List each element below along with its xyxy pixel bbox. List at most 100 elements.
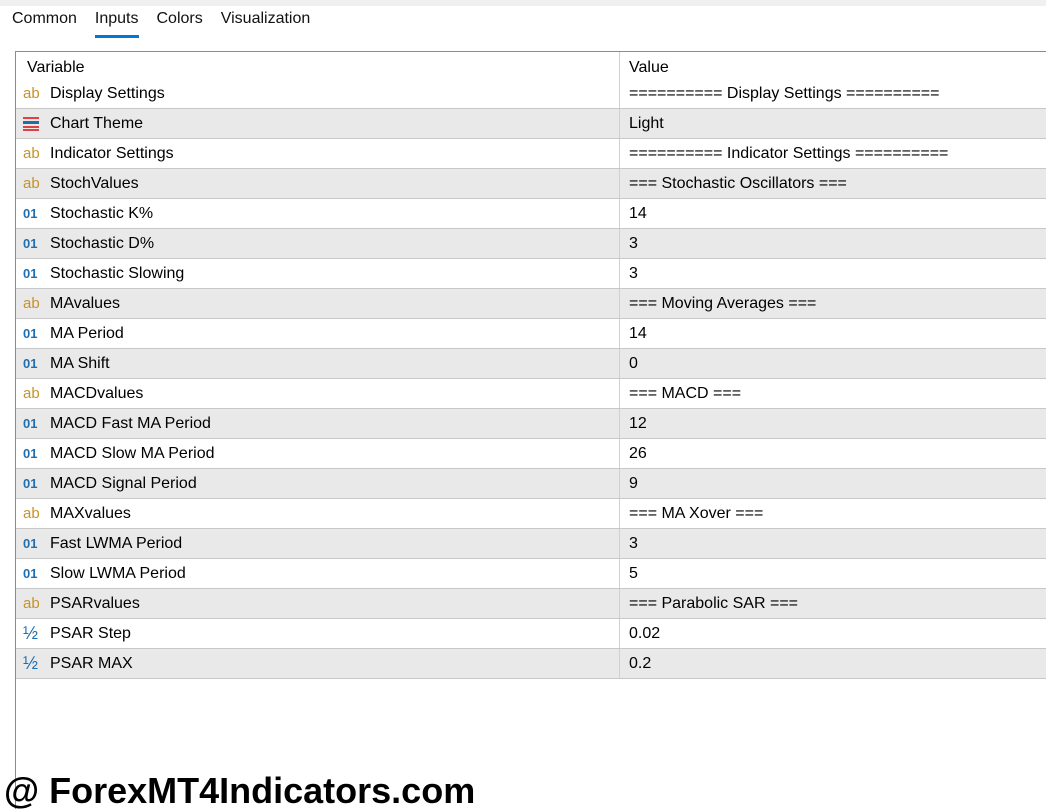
variable-cell: ab PSARvalues [16, 589, 619, 618]
table-row[interactable]: 01 Fast LWMA Period 3 [16, 529, 1046, 559]
value-cell[interactable]: 3 [619, 229, 1046, 258]
value-cell[interactable]: 3 [619, 259, 1046, 288]
table-row[interactable]: 01 Stochastic Slowing 3 [16, 259, 1046, 289]
variable-name: MACD Slow MA Period [50, 444, 215, 462]
table-row[interactable]: Chart Theme Light [16, 109, 1046, 139]
variable-cell: Chart Theme [16, 109, 619, 138]
table-row[interactable]: ab MACDvalues === MACD === [16, 379, 1046, 409]
value-cell[interactable]: 5 [619, 559, 1046, 588]
enum-type-icon [23, 116, 39, 131]
table-row[interactable]: ½ PSAR MAX 0.2 [16, 649, 1046, 679]
variable-cell: ab Display Settings [16, 79, 619, 108]
value-cell[interactable]: 0 [619, 349, 1046, 378]
integer-type-icon: 01 [23, 476, 38, 491]
table-row[interactable]: 01 MACD Slow MA Period 26 [16, 439, 1046, 469]
variable-name: MACD Fast MA Period [50, 414, 211, 432]
variable-name: MA Shift [50, 354, 110, 372]
table-row[interactable]: 01 MA Period 14 [16, 319, 1046, 349]
table-row[interactable]: ½ PSAR Step 0.02 [16, 619, 1046, 649]
integer-type-icon: 01 [23, 326, 38, 341]
string-type-icon: ab [23, 85, 40, 102]
value-cell[interactable]: ========== Display Settings ========== [619, 79, 1046, 108]
variable-cell: ab MAXvalues [16, 499, 619, 528]
string-type-icon: ab [23, 295, 40, 312]
tab-visualization[interactable]: Visualization [221, 6, 311, 38]
variable-cell: 01 Stochastic D% [16, 229, 619, 258]
table-row[interactable]: ab MAXvalues === MA Xover === [16, 499, 1046, 529]
value-cell[interactable]: 0.2 [619, 649, 1046, 678]
integer-type-icon: 01 [23, 356, 38, 371]
variable-name: Stochastic D% [50, 234, 155, 252]
double-type-icon: ½ [23, 653, 39, 673]
double-type-icon: ½ [23, 623, 39, 643]
integer-type-icon: 01 [23, 236, 38, 251]
variable-name: Display Settings [50, 84, 165, 102]
integer-type-icon: 01 [23, 536, 38, 551]
tab-bar: Common Inputs Colors Visualization [0, 6, 316, 38]
variable-cell: 01 MA Shift [16, 349, 619, 378]
variable-cell: 01 Stochastic Slowing [16, 259, 619, 288]
value-cell[interactable]: === MA Xover === [619, 499, 1046, 528]
variable-cell: ab StochValues [16, 169, 619, 198]
value-cell[interactable]: 26 [619, 439, 1046, 468]
value-cell[interactable]: 14 [619, 319, 1046, 348]
watermark: @ ForexMT4Indicators.com [4, 770, 476, 811]
variable-name: Fast LWMA Period [50, 534, 183, 552]
variable-name: MAvalues [50, 294, 120, 312]
variable-name: PSARvalues [50, 594, 140, 612]
variable-name: Stochastic Slowing [50, 264, 185, 282]
table-row[interactable]: ab StochValues === Stochastic Oscillators … [16, 169, 1046, 199]
table-row[interactable]: ab PSARvalues === Parabolic SAR === [16, 589, 1046, 619]
value-cell[interactable]: Light [619, 109, 1046, 138]
variable-cell: 01 Stochastic K% [16, 199, 619, 228]
table-row[interactable]: 01 MA Shift 0 [16, 349, 1046, 379]
variable-cell: ab MACDvalues [16, 379, 619, 408]
variable-name: Stochastic K% [50, 204, 154, 222]
integer-type-icon: 01 [23, 266, 38, 281]
value-cell[interactable]: 14 [619, 199, 1046, 228]
variable-cell: ½ PSAR MAX [16, 649, 619, 678]
column-header-value[interactable]: Value [619, 52, 1046, 79]
column-header-variable[interactable]: Variable [16, 52, 619, 79]
table-row[interactable]: 01 MACD Fast MA Period 12 [16, 409, 1046, 439]
table-row[interactable]: ab Indicator Settings ========== Indicator… [16, 139, 1046, 169]
table-row[interactable]: 01 MACD Signal Period 9 [16, 469, 1046, 499]
variable-cell: 01 MACD Fast MA Period [16, 409, 619, 438]
value-cell[interactable]: 3 [619, 529, 1046, 558]
table-row[interactable]: 01 Stochastic K% 14 [16, 199, 1046, 229]
value-cell[interactable]: ========== Indicator Settings ========== [619, 139, 1046, 168]
inputs-table: Variable Value ab Display Settings =======… [16, 51, 1046, 679]
value-cell[interactable]: === Parabolic SAR === [619, 589, 1046, 618]
tab-common[interactable]: Common [12, 6, 77, 38]
string-type-icon: ab [23, 385, 40, 402]
variable-cell: ab Indicator Settings [16, 139, 619, 168]
string-type-icon: ab [23, 505, 40, 522]
variable-name: Indicator Settings [50, 144, 174, 162]
tab-colors[interactable]: Colors [157, 6, 203, 38]
variable-cell: 01 MACD Slow MA Period [16, 439, 619, 468]
variable-cell: ab MAvalues [16, 289, 619, 318]
table-row[interactable]: 01 Stochastic D% 3 [16, 229, 1046, 259]
variable-name: MACD Signal Period [50, 474, 197, 492]
value-cell[interactable]: 9 [619, 469, 1046, 498]
integer-type-icon: 01 [23, 566, 38, 581]
string-type-icon: ab [23, 595, 40, 612]
value-cell[interactable]: === Stochastic Oscillators === [619, 169, 1046, 198]
value-cell[interactable]: 0.02 [619, 619, 1046, 648]
variable-name: MAXvalues [50, 504, 131, 522]
variable-name: PSAR Step [50, 624, 131, 642]
table-row[interactable]: ab Display Settings ========== Display Set… [16, 79, 1046, 109]
table-row[interactable]: ab MAvalues === Moving Averages === [16, 289, 1046, 319]
table-row[interactable]: 01 Slow LWMA Period 5 [16, 559, 1046, 589]
integer-type-icon: 01 [23, 416, 38, 431]
variable-name: StochValues [50, 174, 139, 192]
integer-type-icon: 01 [23, 446, 38, 461]
value-cell[interactable]: === MACD === [619, 379, 1046, 408]
variable-name: Slow LWMA Period [50, 564, 186, 582]
value-cell[interactable]: === Moving Averages === [619, 289, 1046, 318]
value-cell[interactable]: 12 [619, 409, 1046, 438]
variable-name: MACDvalues [50, 384, 144, 402]
variable-name: MA Period [50, 324, 124, 342]
string-type-icon: ab [23, 175, 40, 192]
tab-inputs[interactable]: Inputs [94, 6, 139, 38]
